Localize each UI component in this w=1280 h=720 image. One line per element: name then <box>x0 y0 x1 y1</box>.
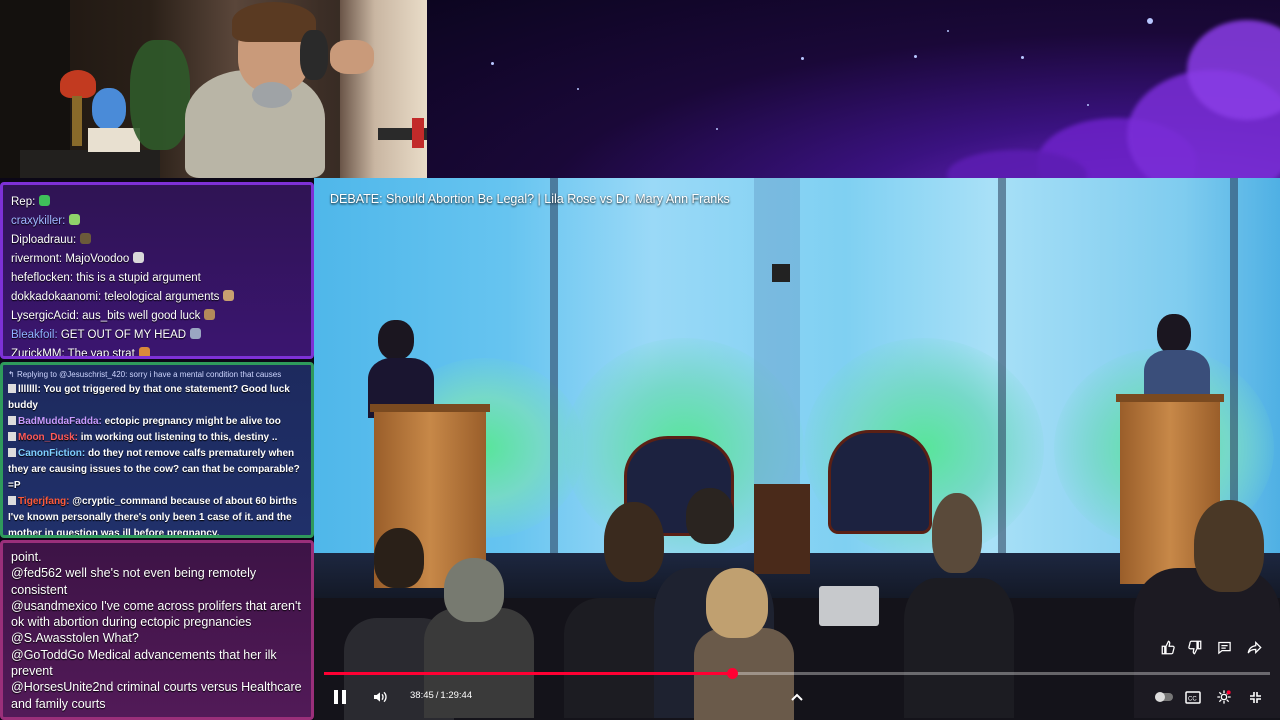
user-badge-icon <box>8 448 16 457</box>
chat-message-list: Rep: craxykiller: Diploadrauu: rivermont: M… <box>11 193 303 359</box>
chat-text: aus_bits well good luck <box>78 310 201 322</box>
chat-message: Bleakfoil: GET OUT OF MY HEAD <box>11 326 303 345</box>
side-table <box>754 484 810 574</box>
emote-icon <box>69 214 81 225</box>
chat-message: Tigerjfang: @cryptic_command because of … <box>8 494 306 535</box>
reply-arrow-icon: ↰ <box>8 370 17 379</box>
share-icon[interactable] <box>1245 638 1263 656</box>
chat-username[interactable]: hefeflocken: <box>11 272 73 284</box>
chat-message: rivermont: MajoVoodoo <box>11 250 303 269</box>
chat-message: BadMuddaFadda: ectopic pregnancy might b… <box>8 414 306 430</box>
chat-text: ectopic pregnancy might be alive too <box>101 416 281 427</box>
chat-username[interactable]: @S.Awasstolen <box>11 631 99 645</box>
emote-icon <box>39 195 51 206</box>
user-badge-icon <box>8 416 16 425</box>
video-player[interactable]: DEBATE: Should Abortion Be Legal? | Lila… <box>314 178 1280 720</box>
chat-message: Rep: <box>11 193 303 212</box>
chat-username[interactable]: @HorsesUnite2nd <box>11 680 113 694</box>
chair-right <box>828 430 932 534</box>
chat-text: MajoVoodoo <box>62 253 130 265</box>
chat-text: teleological arguments <box>101 291 220 303</box>
captions-icon[interactable]: CC <box>1182 688 1204 706</box>
chat-username[interactable]: Bleakfoil: <box>11 329 58 341</box>
chat-username[interactable]: dokkadokaanomi: <box>11 291 101 303</box>
space-banner <box>427 0 1280 178</box>
emote-icon <box>138 347 150 356</box>
progress-fill <box>324 672 733 675</box>
chat-text: this is a stupid argument <box>73 272 201 284</box>
thumbs-up-icon[interactable] <box>1159 638 1177 656</box>
thumbs-down-icon[interactable] <box>1185 638 1203 656</box>
chat-message: hefeflocken: this is a stupid argument <box>11 269 303 288</box>
chat-username[interactable]: @GoToddGo <box>11 648 84 662</box>
chat-message: @usandmexico I've come across prolifers … <box>11 598 303 631</box>
chat-message: Diploadrauu: <box>11 231 303 250</box>
emote-icon <box>133 252 145 263</box>
chat-username[interactable]: rivermont: <box>11 253 62 265</box>
stream-layout: Rep: craxykiller: Diploadrauu: rivermont: M… <box>0 0 1280 720</box>
chat-username[interactable]: Tigerjfang: <box>18 496 69 507</box>
chevron-up-icon[interactable] <box>788 688 806 706</box>
webcam-feed <box>0 0 427 178</box>
chat-username[interactable]: Rep: <box>11 196 35 208</box>
emote-icon <box>223 290 235 301</box>
chat-message: @S.Awasstolen What? <box>11 630 303 646</box>
chat-username[interactable]: lllllll: <box>18 384 41 395</box>
time-readout: 38:45/1:29:44 <box>410 690 473 701</box>
user-badge-icon <box>8 496 16 505</box>
chat-username[interactable]: craxykiller: <box>11 215 65 227</box>
chat-username[interactable]: ZurickMM: <box>11 348 65 356</box>
volume-icon[interactable] <box>370 687 390 707</box>
user-badge-icon <box>8 384 16 393</box>
chat-text: You got triggered by that one statement?… <box>8 384 290 411</box>
chat-text: The yap strat <box>64 348 135 359</box>
chat-text: im working out listening to this, destin… <box>78 432 278 443</box>
svg-text:CC: CC <box>1188 696 1197 702</box>
chat-message: @fed562 well she's not even being remote… <box>11 565 303 598</box>
chat-message-list: point. @fed562 well she's not even being … <box>11 549 303 712</box>
settings-icon[interactable] <box>1214 687 1234 707</box>
time-total: 1:29:44 <box>440 690 473 701</box>
emote-icon <box>190 328 202 339</box>
chat-text: What? <box>102 631 139 646</box>
pause-icon[interactable] <box>330 687 350 707</box>
chat-message: dokkadokaanomi: teleological arguments <box>11 288 303 307</box>
autoplay-toggle-icon[interactable] <box>1152 688 1176 706</box>
chat-text: point. <box>11 550 42 564</box>
chat-username[interactable]: Diploadrauu: <box>11 234 76 246</box>
chat-message: @HorsesUnite2nd criminal courts versus H… <box>11 679 303 712</box>
chat-message: ZurickMM: The yap strat <box>11 345 303 359</box>
exit-fullscreen-icon[interactable] <box>1246 688 1264 706</box>
chat-username[interactable]: CanonFiction: <box>18 448 85 459</box>
time-current: 38:45 <box>410 690 434 701</box>
chat-panel-top[interactable]: Rep: craxykiller: Diploadrauu: rivermont: M… <box>0 182 314 359</box>
chat-username[interactable]: BadMuddaFadda: <box>18 416 102 427</box>
chat-message: craxykiller: <box>11 212 303 231</box>
chat-text: GET OUT OF MY HEAD <box>57 329 187 341</box>
chat-message-list: lllllll: You got triggered by that one s… <box>8 382 306 535</box>
chat-message: @GoToddGo Medical advancements that her … <box>11 647 303 680</box>
chat-username[interactable]: Moon_Dusk: <box>18 432 78 443</box>
chat-panel-middle[interactable]: ↰ Replying to @Jesuschrist_420: sorry i … <box>0 362 314 538</box>
chat-message: Moon_Dusk: im working out listening to t… <box>8 430 306 446</box>
chat-message: lllllll: You got triggered by that one s… <box>8 382 306 414</box>
comment-icon[interactable] <box>1215 638 1233 656</box>
chat-username[interactable]: LysergicAcid: <box>11 310 79 322</box>
chat-message: point. <box>11 549 303 565</box>
chat-username[interactable]: @fed562 <box>11 566 62 580</box>
emote-icon <box>204 309 216 320</box>
chat-panel-bottom[interactable]: point. @fed562 well she's not even being … <box>0 540 314 720</box>
chat-message: CanonFiction: do they not remove calfs p… <box>8 446 306 494</box>
reply-context: ↰ Replying to @Jesuschrist_420: sorry i … <box>8 370 282 379</box>
emote-icon <box>80 233 92 244</box>
chat-message: LysergicAcid: aus_bits well good luck <box>11 307 303 326</box>
chat-username[interactable]: @usandmexico <box>11 599 97 613</box>
progress-bar[interactable] <box>324 668 1270 679</box>
video-title[interactable]: DEBATE: Should Abortion Be Legal? | Lila… <box>330 192 730 206</box>
user-badge-icon <box>8 432 16 441</box>
